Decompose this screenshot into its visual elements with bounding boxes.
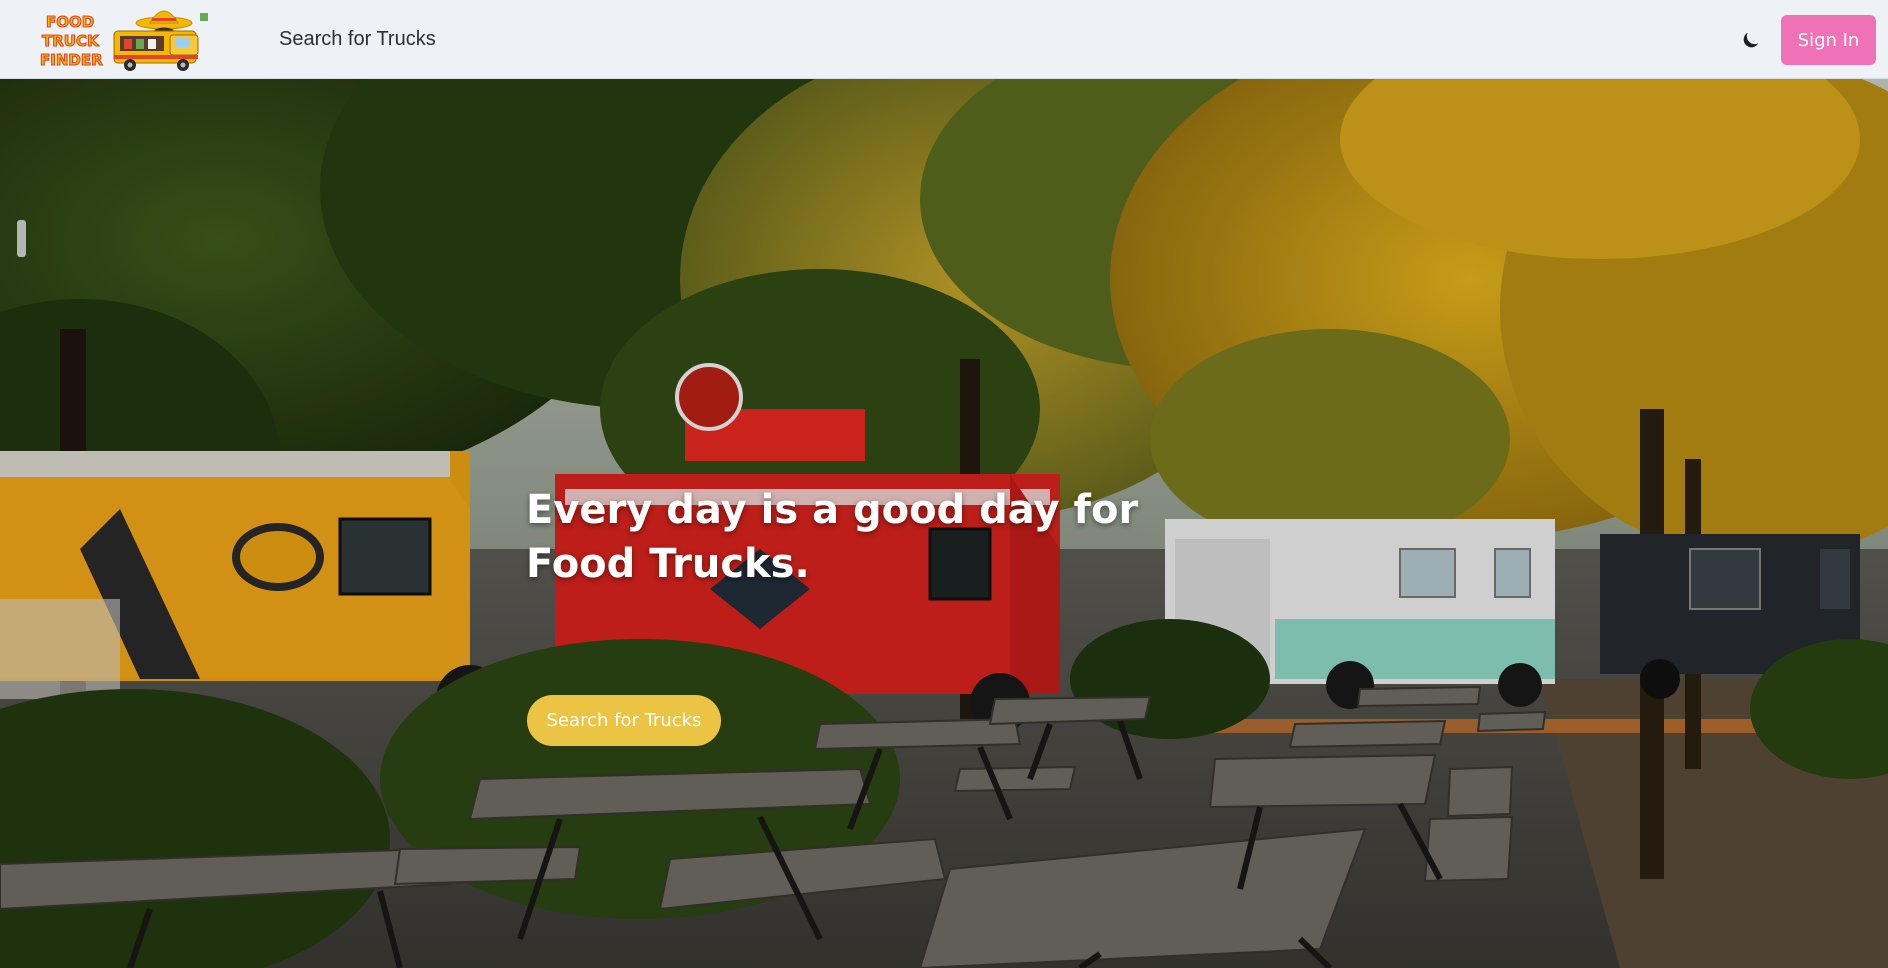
- hero-title: Every day is a good day for Food Trucks.: [526, 487, 1139, 587]
- sign-in-button[interactable]: Sign In: [1781, 15, 1876, 65]
- food-truck-finder-logo[interactable]: FOOD TRUCK FINDER: [39, 3, 212, 77]
- nav-search-trucks-link[interactable]: Search for Trucks: [279, 27, 436, 51]
- side-handle[interactable]: [17, 220, 26, 257]
- hero-search-trucks-button[interactable]: Search for Trucks: [527, 695, 721, 746]
- navbar: FOOD TRUCK FINDER Search for Trucks Sign…: [0, 0, 1888, 79]
- svg-text:TRUCK: TRUCK: [42, 32, 100, 50]
- hero-section: Every day is a good day for Food Trucks.…: [0, 79, 1888, 968]
- svg-text:FINDER: FINDER: [40, 51, 103, 69]
- moon-icon: [1743, 32, 1759, 48]
- theme-toggle-button[interactable]: [1736, 25, 1766, 55]
- svg-text:FOOD: FOOD: [46, 13, 94, 31]
